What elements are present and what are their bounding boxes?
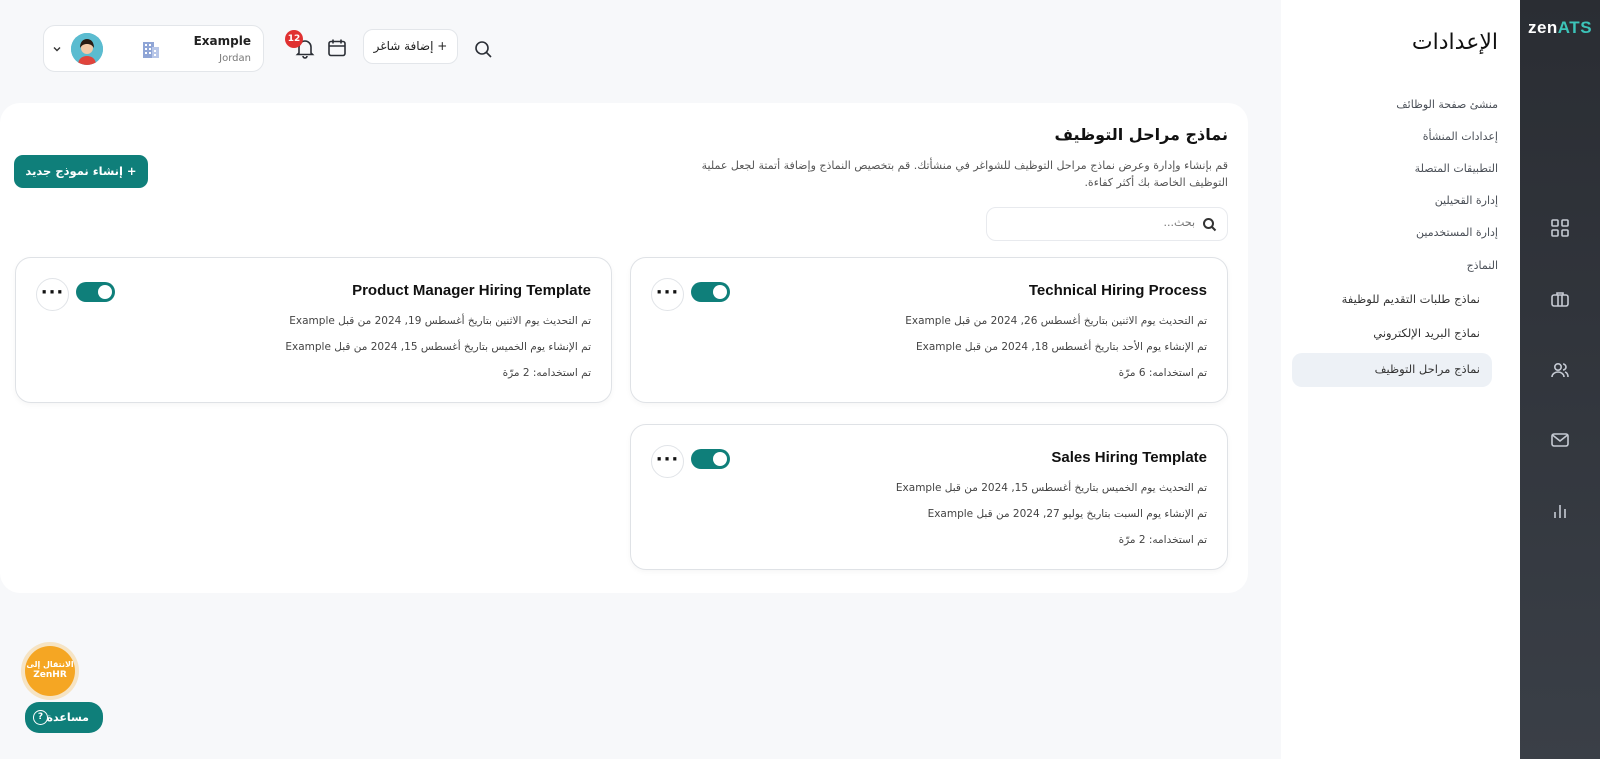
- template-created: تم الإنشاء يوم السبت بتاريخ يوليو 27, 20…: [927, 508, 1207, 520]
- org-country: Jordan: [219, 53, 251, 64]
- org-switcher[interactable]: Example Jordan: [43, 25, 264, 72]
- help-icon: ?: [33, 710, 48, 725]
- mail-icon[interactable]: [1550, 430, 1570, 450]
- template-toggle[interactable]: [76, 282, 115, 302]
- grid-icon[interactable]: [1550, 218, 1570, 238]
- settings-title: الإعدادات: [1411, 30, 1498, 55]
- sidebar-subitem-application-forms[interactable]: نماذج طلبات التقديم للوظيفة: [1342, 292, 1480, 306]
- briefcase-icon[interactable]: [1550, 289, 1570, 309]
- template-name[interactable]: Product Manager Hiring Template: [352, 282, 591, 299]
- template-created: تم الإنشاء يوم الأحد بتاريخ أغسطس 18, 20…: [916, 341, 1207, 353]
- page-title: نماذج مراحل التوظيف: [1054, 125, 1229, 144]
- template-updated: تم التحديث يوم الخميس بتاريخ أغسطس 15, 2…: [895, 482, 1207, 494]
- sidebar-item-templates[interactable]: النماذج: [1467, 259, 1498, 272]
- add-vacancy-button[interactable]: + إضافة شاغر: [363, 29, 458, 64]
- building-icon: [143, 42, 159, 58]
- notification-badge: 12: [285, 30, 303, 48]
- sidebar-item-career-page[interactable]: منشئ صفحة الوظائف: [1396, 98, 1498, 111]
- template-toggle[interactable]: [691, 449, 730, 469]
- help-label: مساعدة: [46, 711, 90, 724]
- sidebar-subitem-hiring-stage-templates[interactable]: نماذج مراحل التوظيف: [1375, 362, 1480, 376]
- settings-sidebar: الإعدادات منشئ صفحة الوظائف إعدادات المن…: [1281, 0, 1520, 759]
- calendar-icon[interactable]: [326, 37, 348, 59]
- sidebar-subitem-email-templates[interactable]: نماذج البريد الإلكتروني: [1373, 326, 1480, 340]
- more-options-icon[interactable]: ···: [36, 278, 69, 311]
- template-name[interactable]: Technical Hiring Process: [1029, 282, 1207, 299]
- search-icon: [1202, 217, 1217, 232]
- zenhr-line1: الانتقال إلى: [26, 660, 74, 669]
- main-panel: نماذج مراحل التوظيف قم بإنشاء وإدارة وعر…: [0, 103, 1248, 593]
- search-field[interactable]: [986, 207, 1228, 241]
- chevron-down-icon: [53, 47, 61, 52]
- search-input[interactable]: [1005, 216, 1195, 229]
- sidebar-item-company-settings[interactable]: إعدادات المنشأة: [1423, 130, 1498, 143]
- template-card[interactable]: Sales Hiring Template تم التحديث يوم الخ…: [630, 424, 1228, 570]
- create-template-button[interactable]: + إنشاء نموذج جديد: [14, 155, 148, 188]
- app-rail: zenATS: [1520, 0, 1600, 759]
- more-options-icon[interactable]: ···: [651, 278, 684, 311]
- template-card[interactable]: Product Manager Hiring Template تم التحد…: [15, 257, 612, 403]
- template-updated: تم التحديث يوم الاثنين بتاريخ أغسطس 26, …: [905, 315, 1207, 327]
- switch-to-zenhr-button[interactable]: الانتقال إلى ZenHR: [25, 646, 75, 696]
- sidebar-item-manage-evaluators[interactable]: إدارة القحيلين: [1435, 194, 1498, 207]
- toggle-knob: [713, 452, 727, 466]
- chart-icon[interactable]: [1550, 501, 1570, 521]
- page-description: قم بإنشاء وإدارة وعرض نماذج مراحل التوظي…: [701, 159, 1228, 189]
- toggle-knob: [713, 285, 727, 299]
- more-options-icon[interactable]: ···: [651, 445, 684, 478]
- users-icon[interactable]: [1550, 360, 1570, 380]
- template-card[interactable]: Technical Hiring Process تم التحديث يوم …: [630, 257, 1228, 403]
- org-name: Example: [193, 34, 251, 48]
- sidebar-item-manage-users[interactable]: إدارة المستخدمين: [1416, 226, 1498, 239]
- zenhr-line2: ZenHR: [33, 670, 67, 680]
- template-usage: تم استخدامه: 2 مرّة: [502, 367, 591, 379]
- template-created: تم الإنشاء يوم الخميس بتاريخ أغسطس 15, 2…: [285, 341, 591, 353]
- help-button[interactable]: مساعدة ?: [25, 702, 103, 733]
- toggle-knob: [98, 285, 112, 299]
- template-usage: تم استخدامه: 2 مرّة: [1118, 534, 1207, 546]
- template-toggle[interactable]: [691, 282, 730, 302]
- template-usage: تم استخدامه: 6 مرّة: [1118, 367, 1207, 379]
- template-updated: تم التحديث يوم الاثنين بتاريخ أغسطس 19, …: [289, 315, 591, 327]
- app-logo[interactable]: zenATS: [1520, 18, 1600, 38]
- template-name[interactable]: Sales Hiring Template: [1051, 449, 1207, 466]
- search-icon[interactable]: [472, 38, 494, 60]
- avatar[interactable]: [71, 33, 103, 65]
- sidebar-item-connected-apps[interactable]: التطبيقات المتصلة: [1415, 162, 1498, 175]
